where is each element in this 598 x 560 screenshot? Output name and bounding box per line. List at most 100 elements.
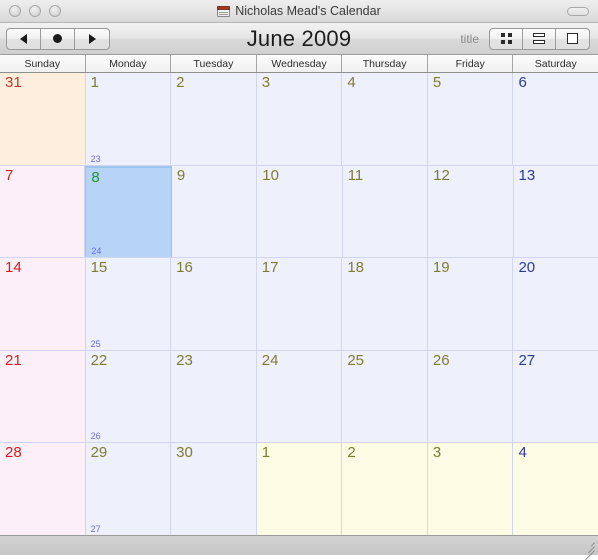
- window-title: Nicholas Mead's Calendar: [235, 4, 381, 18]
- weekday-header-wednesday[interactable]: Wednesday: [256, 55, 343, 72]
- previous-month-button[interactable]: [7, 28, 41, 49]
- title-label: title: [460, 31, 479, 46]
- day-cell[interactable]: 2: [342, 443, 428, 535]
- day-number: 6: [518, 74, 527, 91]
- day-cell[interactable]: 27: [513, 350, 598, 443]
- day-cell[interactable]: 14: [0, 258, 86, 350]
- calendar-grid: 31 1 23 2 3 4 5 6 7 8 24 9 10 11 12 13 14 15 25 16 17 18 19 20 2…: [0, 73, 598, 535]
- view-day-button[interactable]: [556, 29, 589, 49]
- triangle-right-icon: [88, 33, 96, 44]
- day-cell[interactable]: 17: [256, 258, 343, 350]
- day-cell[interactable]: 19: [427, 258, 514, 350]
- weekday-header-friday[interactable]: Friday: [427, 55, 514, 72]
- day-cell[interactable]: 25: [342, 350, 428, 443]
- day-number: 3: [261, 74, 271, 91]
- day-number: 3: [432, 444, 442, 462]
- week-number: 24: [91, 246, 102, 257]
- day-cell[interactable]: 8 24: [85, 165, 172, 258]
- day-cell[interactable]: 29 27: [85, 443, 172, 535]
- day-cell[interactable]: 7: [0, 165, 86, 258]
- day-cell[interactable]: 24: [256, 350, 343, 443]
- day-cell[interactable]: 4: [342, 73, 428, 165]
- day-number: 2: [176, 74, 185, 91]
- day-number: 31: [5, 74, 22, 91]
- week-number: 23: [90, 153, 101, 164]
- weekday-header-monday[interactable]: Monday: [85, 55, 172, 72]
- day-number: 11: [347, 166, 364, 184]
- day-cell[interactable]: 3: [256, 73, 343, 165]
- view-mode-segmented-control: [489, 27, 590, 50]
- day-cell[interactable]: 23: [171, 350, 257, 443]
- day-number: 22: [90, 351, 108, 369]
- window-titlebar[interactable]: Nicholas Mead's Calendar: [0, 0, 598, 23]
- weekday-header-tuesday[interactable]: Tuesday: [171, 55, 257, 72]
- toolbar-right-group: title: [460, 27, 590, 50]
- circle-icon: [53, 34, 62, 43]
- close-button[interactable]: [9, 5, 21, 17]
- split-view-icon: [533, 33, 545, 44]
- day-cell[interactable]: 28: [0, 443, 86, 535]
- day-cell[interactable]: 11: [342, 165, 429, 258]
- next-month-button[interactable]: [75, 29, 109, 49]
- day-cell[interactable]: 5: [427, 73, 514, 165]
- day-number: 4: [518, 444, 527, 462]
- zoom-button[interactable]: [49, 5, 61, 17]
- weekday-header-row: Sunday Monday Tuesday Wednesday Thursday…: [0, 55, 598, 73]
- day-number: 17: [261, 259, 279, 277]
- day-number: 16: [176, 259, 193, 277]
- day-cell[interactable]: 3: [427, 443, 514, 535]
- day-cell[interactable]: 1: [256, 443, 343, 535]
- day-number: 5: [432, 74, 442, 91]
- weekday-header-saturday[interactable]: Saturday: [513, 55, 598, 72]
- today-button[interactable]: [41, 28, 75, 49]
- view-week-button[interactable]: [523, 28, 556, 49]
- day-cell[interactable]: 30: [171, 443, 257, 535]
- day-cell[interactable]: 26: [427, 350, 514, 443]
- day-number: 24: [261, 351, 279, 369]
- day-number: 23: [176, 351, 193, 369]
- day-cell[interactable]: 4: [513, 443, 598, 535]
- day-number: 1: [261, 444, 271, 462]
- day-number: 26: [432, 351, 450, 369]
- day-number: 21: [5, 351, 22, 369]
- day-cell[interactable]: 16: [171, 258, 257, 350]
- navigation-segmented-control: [6, 27, 110, 50]
- view-month-button[interactable]: [490, 28, 523, 49]
- day-cell[interactable]: 1 23: [85, 73, 172, 165]
- calendar-week-row: 14 15 25 16 17 18 19 20: [0, 258, 598, 351]
- resize-grip-icon[interactable]: [581, 539, 595, 560]
- day-number: 15: [90, 259, 108, 277]
- day-number: 13: [518, 166, 536, 184]
- calendar-window: Nicholas Mead's Calendar June 2009 title: [0, 0, 598, 560]
- minimize-button[interactable]: [29, 5, 41, 17]
- day-cell[interactable]: 12: [428, 165, 514, 258]
- day-number: 19: [432, 259, 450, 277]
- day-cell[interactable]: 21: [0, 350, 86, 443]
- day-number: 14: [5, 259, 22, 277]
- day-number: 30: [176, 444, 193, 462]
- day-cell[interactable]: 6: [513, 73, 598, 165]
- day-cell[interactable]: 18: [342, 258, 428, 350]
- day-number: 2: [347, 444, 356, 462]
- day-number: 18: [347, 259, 364, 277]
- toolbar-toggle-pill: [567, 6, 589, 16]
- day-number: 28: [5, 444, 22, 462]
- day-cell[interactable]: 2: [171, 73, 257, 165]
- weekday-header-sunday[interactable]: Sunday: [0, 55, 86, 72]
- day-cell[interactable]: 31: [0, 73, 86, 165]
- grid-view-icon: [500, 33, 512, 44]
- day-cell[interactable]: 10: [257, 165, 343, 258]
- weekday-header-thursday[interactable]: Thursday: [342, 55, 428, 72]
- toolbar-toggle-button[interactable]: [567, 0, 589, 22]
- single-pane-icon: [567, 33, 578, 44]
- day-cell[interactable]: 20: [513, 258, 598, 350]
- day-cell[interactable]: 9: [171, 165, 258, 258]
- week-number: 26: [90, 431, 101, 442]
- calendar-week-row: 28 29 27 30 1 2 3 4: [0, 443, 598, 535]
- day-number: 10: [262, 166, 279, 184]
- day-number: 29: [90, 444, 108, 462]
- day-cell[interactable]: 13: [513, 165, 598, 258]
- day-cell[interactable]: 15 25: [85, 258, 172, 350]
- day-cell[interactable]: 22 26: [85, 350, 172, 443]
- window-statusbar: [0, 535, 598, 560]
